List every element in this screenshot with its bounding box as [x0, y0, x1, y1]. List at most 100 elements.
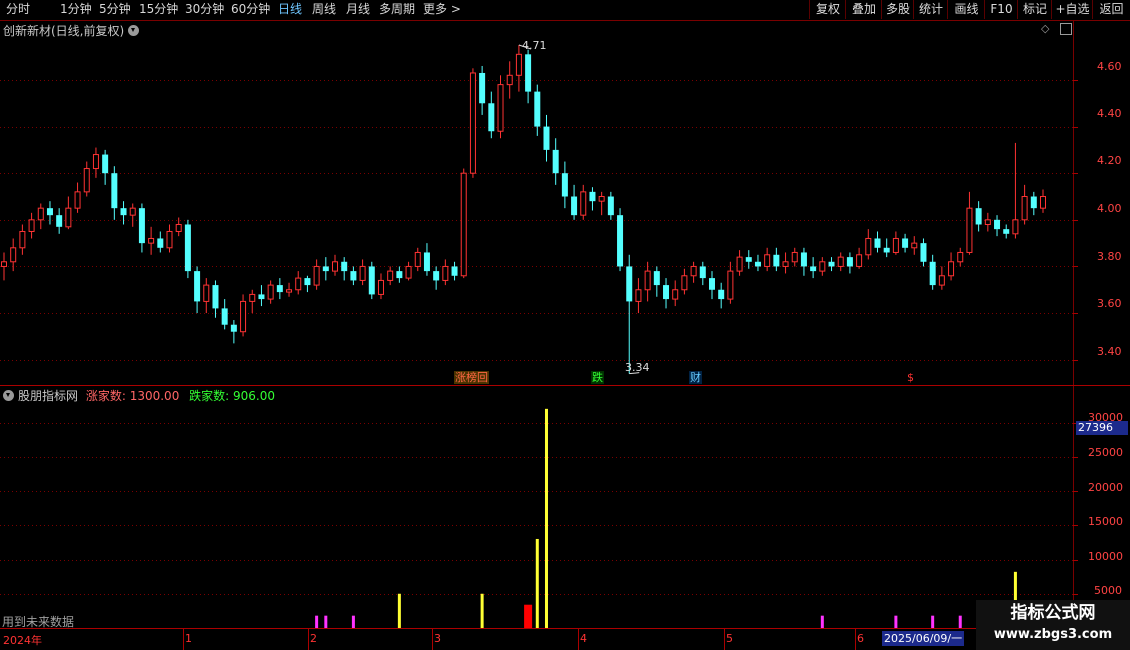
event-tag-limit-up[interactable]: 涨榜回	[454, 371, 489, 384]
candle-body	[727, 270, 734, 300]
period-tab-monthly[interactable]: 月线	[346, 1, 370, 18]
chevron-down-icon[interactable]	[128, 25, 140, 36]
period-tab-more[interactable]: 更多 >	[423, 1, 461, 18]
indicator-bar	[958, 615, 962, 628]
candle-body	[543, 126, 550, 150]
watermark-url: www.zbgs3.com	[993, 627, 1113, 642]
indicator-bar	[820, 615, 824, 628]
candle-body	[469, 72, 476, 174]
price-tick: 3.40	[1097, 345, 1122, 358]
candle-body	[83, 168, 90, 193]
statistics-button[interactable]: 统计	[913, 0, 948, 19]
candle-body	[488, 103, 495, 132]
candle-body	[828, 261, 835, 267]
period-tab-multi[interactable]: 多周期	[379, 1, 415, 18]
candle-body	[286, 289, 293, 293]
candle-body	[1030, 196, 1037, 209]
back-button[interactable]: 返回	[1092, 0, 1130, 19]
candle-body	[736, 256, 743, 272]
candle-body	[745, 257, 752, 262]
candle-body	[800, 252, 807, 267]
period-tab-30min[interactable]: 30分钟	[185, 1, 224, 18]
chart-canvas	[0, 20, 1130, 650]
candle-body	[359, 265, 366, 281]
overlay-button[interactable]: 叠加	[845, 0, 882, 19]
f10-button[interactable]: F10	[984, 0, 1018, 19]
candle-body	[920, 243, 927, 262]
grid-lines	[0, 80, 1073, 595]
candle-body	[966, 207, 973, 253]
candle-body	[92, 154, 99, 170]
candle-body	[37, 207, 44, 221]
candle-body	[957, 251, 964, 263]
candle-body	[598, 196, 605, 202]
candle-body	[874, 238, 881, 248]
candle-body	[837, 256, 844, 267]
candle-body	[782, 261, 789, 267]
candle-body	[240, 300, 247, 333]
price-tick: 3.80	[1097, 250, 1122, 263]
candle-body	[166, 230, 173, 249]
candle-body	[892, 237, 899, 253]
period-tab-timeshare[interactable]: 分时	[6, 1, 30, 18]
candle-body	[1021, 196, 1028, 221]
more-label: 更多	[423, 2, 448, 16]
event-tag-finance[interactable]: 财	[689, 371, 702, 384]
candle-body	[589, 191, 596, 202]
diamond-icon[interactable]: ◇	[1041, 22, 1049, 35]
restore-rights-button[interactable]: 复权	[809, 0, 846, 19]
candle-body	[28, 219, 35, 232]
candle-body	[607, 196, 614, 216]
indicator-title: 股朋指标网 涨家数: 1300.00 跌家数: 906.00	[3, 387, 275, 404]
candle-body	[663, 285, 670, 300]
period-toolbar: 分时 1分钟 5分钟 15分钟 30分钟 60分钟 日线 周线 月线 多周期 更…	[0, 0, 1130, 21]
indicator-tick: 15000	[1088, 515, 1123, 528]
period-tab-5min[interactable]: 5分钟	[99, 1, 131, 18]
price-tick: 4.40	[1097, 107, 1122, 120]
indicator-bar	[524, 604, 533, 628]
down-count-label: 跌家数: 906.00	[189, 389, 276, 403]
add-watchlist-button[interactable]: +自选	[1051, 0, 1093, 19]
candle-body	[175, 223, 182, 232]
candle-body	[819, 261, 826, 272]
draw-line-button[interactable]: 画线	[947, 0, 985, 19]
period-tab-60min[interactable]: 60分钟	[231, 1, 270, 18]
candle-body	[644, 270, 651, 291]
candle-body	[617, 215, 624, 267]
event-tag-dividend[interactable]: $	[906, 371, 915, 384]
period-tab-weekly[interactable]: 周线	[312, 1, 336, 18]
mark-button[interactable]: 标记	[1017, 0, 1052, 19]
candle-body	[515, 53, 522, 76]
period-tab-15min[interactable]: 15分钟	[139, 1, 178, 18]
multi-stock-button[interactable]: 多股	[881, 0, 914, 19]
month-label: 1	[185, 632, 192, 645]
candle-body	[975, 208, 982, 225]
indicator-name: 股朋指标网	[18, 389, 79, 403]
candle-body	[65, 207, 72, 228]
candle-body	[221, 308, 228, 325]
chevron-down-icon[interactable]	[3, 390, 14, 401]
candle-body	[1003, 229, 1010, 234]
candle-body	[561, 173, 568, 197]
candle-body	[984, 219, 991, 225]
candle-body	[10, 247, 17, 263]
candle-body	[322, 266, 329, 272]
candle-body	[672, 289, 679, 300]
indicator-bar	[324, 615, 328, 628]
candle-body	[626, 266, 633, 302]
candle-body	[754, 261, 761, 267]
candle-body	[479, 72, 486, 104]
period-tab-1min[interactable]: 1分钟	[60, 1, 92, 18]
candle-body	[653, 271, 660, 286]
candle-body	[405, 265, 412, 279]
window-toggle-icon[interactable]	[1060, 23, 1072, 35]
candle-body	[1012, 219, 1019, 235]
period-tab-daily[interactable]: 日线	[278, 1, 302, 18]
candle-body	[883, 247, 890, 253]
indicator-bar	[894, 615, 898, 628]
event-tag-down[interactable]: 跌	[591, 371, 604, 384]
candle-body	[773, 254, 780, 267]
candle-body	[46, 208, 53, 216]
candle-body	[497, 84, 504, 132]
month-label: 3	[434, 632, 441, 645]
